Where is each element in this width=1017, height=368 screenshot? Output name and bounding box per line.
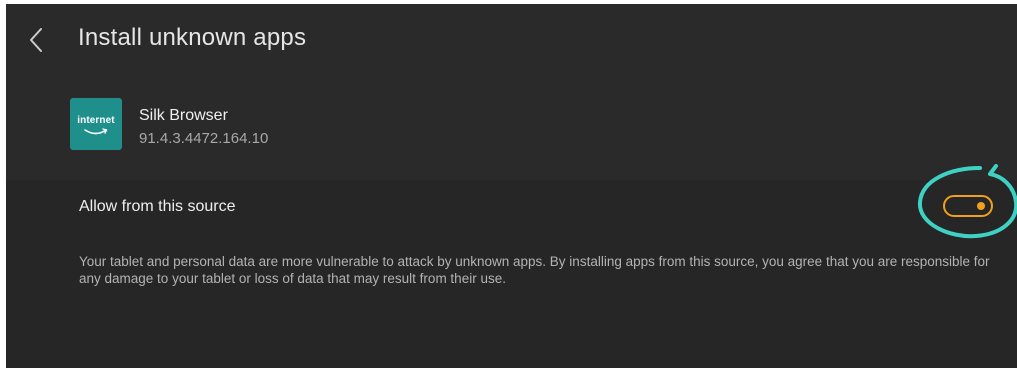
page-title: Install unknown apps — [78, 24, 307, 51]
smile-arrow-icon — [84, 128, 108, 135]
toggle-knob — [977, 202, 985, 210]
chevron-left-icon — [30, 28, 42, 52]
allow-from-source-row[interactable]: Allow from this source — [6, 180, 1017, 240]
silk-browser-app-icon: internet — [70, 98, 122, 150]
app-icon-label: internet — [77, 115, 115, 126]
back-button[interactable] — [20, 24, 52, 56]
allow-from-source-label: Allow from this source — [79, 198, 236, 215]
settings-screen: Install unknown apps internet Silk Brows… — [6, 4, 1017, 368]
security-warning-text: Your tablet and personal data are more v… — [79, 254, 990, 286]
app-header: Install unknown apps internet Silk Brows… — [6, 4, 1017, 180]
allow-from-source-toggle[interactable] — [943, 195, 993, 217]
app-version: 91.4.3.4472.164.10 — [139, 130, 269, 147]
app-name: Silk Browser — [139, 107, 228, 124]
